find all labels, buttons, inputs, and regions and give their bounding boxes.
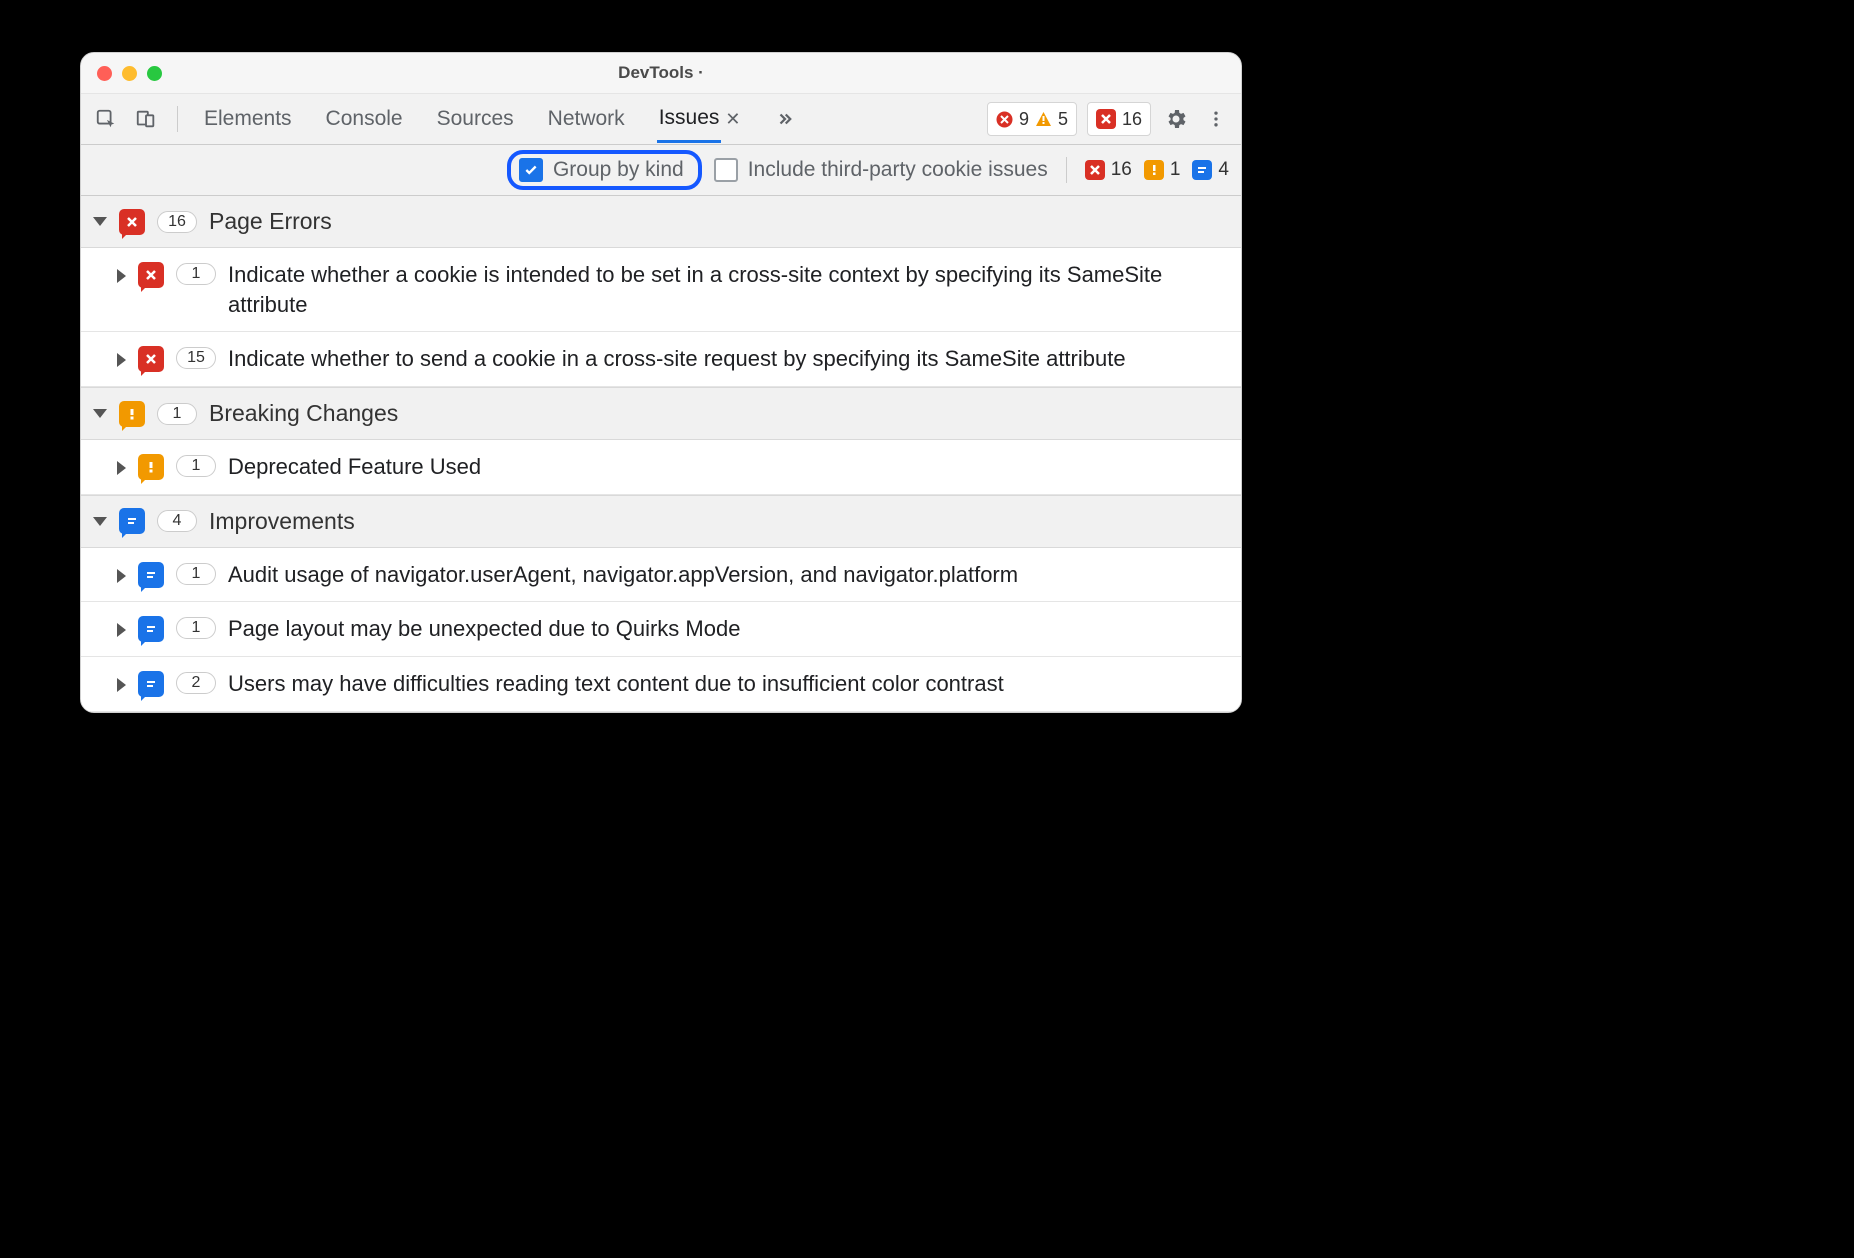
toolbar-error-count: 16 (1111, 159, 1132, 181)
issue-message: Indicate whether to send a cookie in a c… (228, 344, 1229, 374)
toolbar-warning-count: 1 (1170, 159, 1181, 181)
issue-message: Page layout may be unexpected due to Qui… (228, 614, 1229, 644)
info-bubble-icon (138, 671, 164, 697)
issue-count-badge: 1 (176, 563, 216, 585)
error-warning-pill[interactable]: 9 5 (987, 102, 1077, 136)
issue-count-badge: 1 (176, 263, 216, 285)
info-bubble-icon (138, 562, 164, 588)
issue-row[interactable]: 1 Indicate whether a cookie is intended … (81, 248, 1241, 332)
divider (177, 106, 178, 132)
info-bubble-icon (119, 508, 145, 534)
group-count-badge: 16 (157, 211, 197, 233)
group-count-badge: 1 (157, 403, 197, 425)
toolbar-info-count: 4 (1218, 159, 1229, 181)
info-square-icon (1192, 160, 1212, 180)
inspect-element-icon[interactable] (91, 104, 121, 134)
issues-body: 16 Page Errors 1 Indicate whether a cook… (81, 196, 1241, 712)
more-vert-icon[interactable] (1201, 104, 1231, 134)
tabstrip: Elements Console Sources Network Issues … (81, 94, 1241, 145)
group-count-badge: 4 (157, 510, 197, 532)
devtools-window: DevTools · Elements Console Sources Netw… (80, 52, 1242, 713)
tab-network[interactable]: Network (546, 97, 627, 141)
issues-toolbar: Group by kind Include third-party cookie… (81, 145, 1241, 196)
checkbox-empty-icon (714, 158, 738, 182)
group-label: Improvements (209, 508, 355, 535)
checkbox-checked-icon (519, 158, 543, 182)
error-bubble-icon (119, 209, 145, 235)
traffic-lights (97, 66, 162, 81)
chevron-right-icon (117, 623, 126, 637)
chevron-right-icon (117, 353, 126, 367)
issue-count-badge: 2 (176, 672, 216, 694)
close-tab-icon[interactable]: ✕ (725, 109, 740, 130)
titlebar: DevTools · (81, 53, 1241, 94)
warning-bubble-icon (138, 454, 164, 480)
include-third-party-checkbox[interactable]: Include third-party cookie issues (714, 158, 1048, 182)
chevron-right-icon (117, 569, 126, 583)
issues-pill[interactable]: 16 (1087, 102, 1151, 136)
issues-count: 16 (1122, 109, 1142, 130)
error-bubble-icon (138, 262, 164, 288)
warning-triangle-icon (1035, 111, 1052, 128)
issue-row[interactable]: 15 Indicate whether to send a cookie in … (81, 332, 1241, 387)
chevron-right-icon (117, 678, 126, 692)
tab-issues[interactable]: Issues (657, 96, 722, 143)
group-by-kind-checkbox[interactable]: Group by kind (507, 150, 702, 190)
group-header-breaking-changes[interactable]: 1 Breaking Changes (81, 387, 1241, 440)
issue-count-badge: 15 (176, 347, 216, 369)
toolbar-info-stat[interactable]: 4 (1192, 159, 1229, 181)
issue-message: Deprecated Feature Used (228, 452, 1229, 482)
gear-icon[interactable] (1161, 104, 1191, 134)
include-third-party-label: Include third-party cookie issues (748, 158, 1048, 182)
issue-message: Audit usage of navigator.userAgent, navi… (228, 560, 1229, 590)
panel-tabs: Elements Console Sources Network Issues … (202, 96, 800, 143)
issue-count-badge: 1 (176, 617, 216, 639)
error-square-icon (1085, 160, 1105, 180)
toolbar-warning-stat[interactable]: 1 (1144, 159, 1181, 181)
window-title: DevTools · (81, 63, 1241, 83)
close-window-button[interactable] (97, 66, 112, 81)
warning-square-icon (1144, 160, 1164, 180)
info-bubble-icon (138, 616, 164, 642)
group-label: Breaking Changes (209, 400, 398, 427)
divider (1066, 157, 1067, 183)
warning-count: 5 (1058, 109, 1068, 130)
issue-row[interactable]: 1 Audit usage of navigator.userAgent, na… (81, 548, 1241, 603)
chevron-down-icon (93, 517, 107, 526)
tab-console[interactable]: Console (324, 97, 405, 141)
issue-count-badge: 1 (176, 455, 216, 477)
error-circle-icon (996, 111, 1013, 128)
zoom-window-button[interactable] (147, 66, 162, 81)
chevron-right-icon (117, 269, 126, 283)
toolbar-error-stat[interactable]: 16 (1085, 159, 1132, 181)
error-square-icon (1096, 109, 1116, 129)
minimize-window-button[interactable] (122, 66, 137, 81)
tab-elements[interactable]: Elements (202, 97, 294, 141)
issue-row[interactable]: 2 Users may have difficulties reading te… (81, 657, 1241, 712)
group-by-kind-label: Group by kind (553, 158, 684, 182)
tab-sources[interactable]: Sources (435, 97, 516, 141)
more-tabs-icon[interactable] (770, 104, 800, 134)
error-count: 9 (1019, 109, 1029, 130)
issue-message: Users may have difficulties reading text… (228, 669, 1229, 699)
error-bubble-icon (138, 346, 164, 372)
device-toggle-icon[interactable] (131, 104, 161, 134)
issue-message: Indicate whether a cookie is intended to… (228, 260, 1229, 319)
chevron-down-icon (93, 409, 107, 418)
issue-row[interactable]: 1 Page layout may be unexpected due to Q… (81, 602, 1241, 657)
group-header-improvements[interactable]: 4 Improvements (81, 495, 1241, 548)
group-header-page-errors[interactable]: 16 Page Errors (81, 196, 1241, 248)
tabstrip-right: 9 5 16 (987, 102, 1231, 136)
chevron-down-icon (93, 217, 107, 226)
issue-row[interactable]: 1 Deprecated Feature Used (81, 440, 1241, 495)
warning-bubble-icon (119, 401, 145, 427)
chevron-right-icon (117, 461, 126, 475)
group-label: Page Errors (209, 208, 332, 235)
